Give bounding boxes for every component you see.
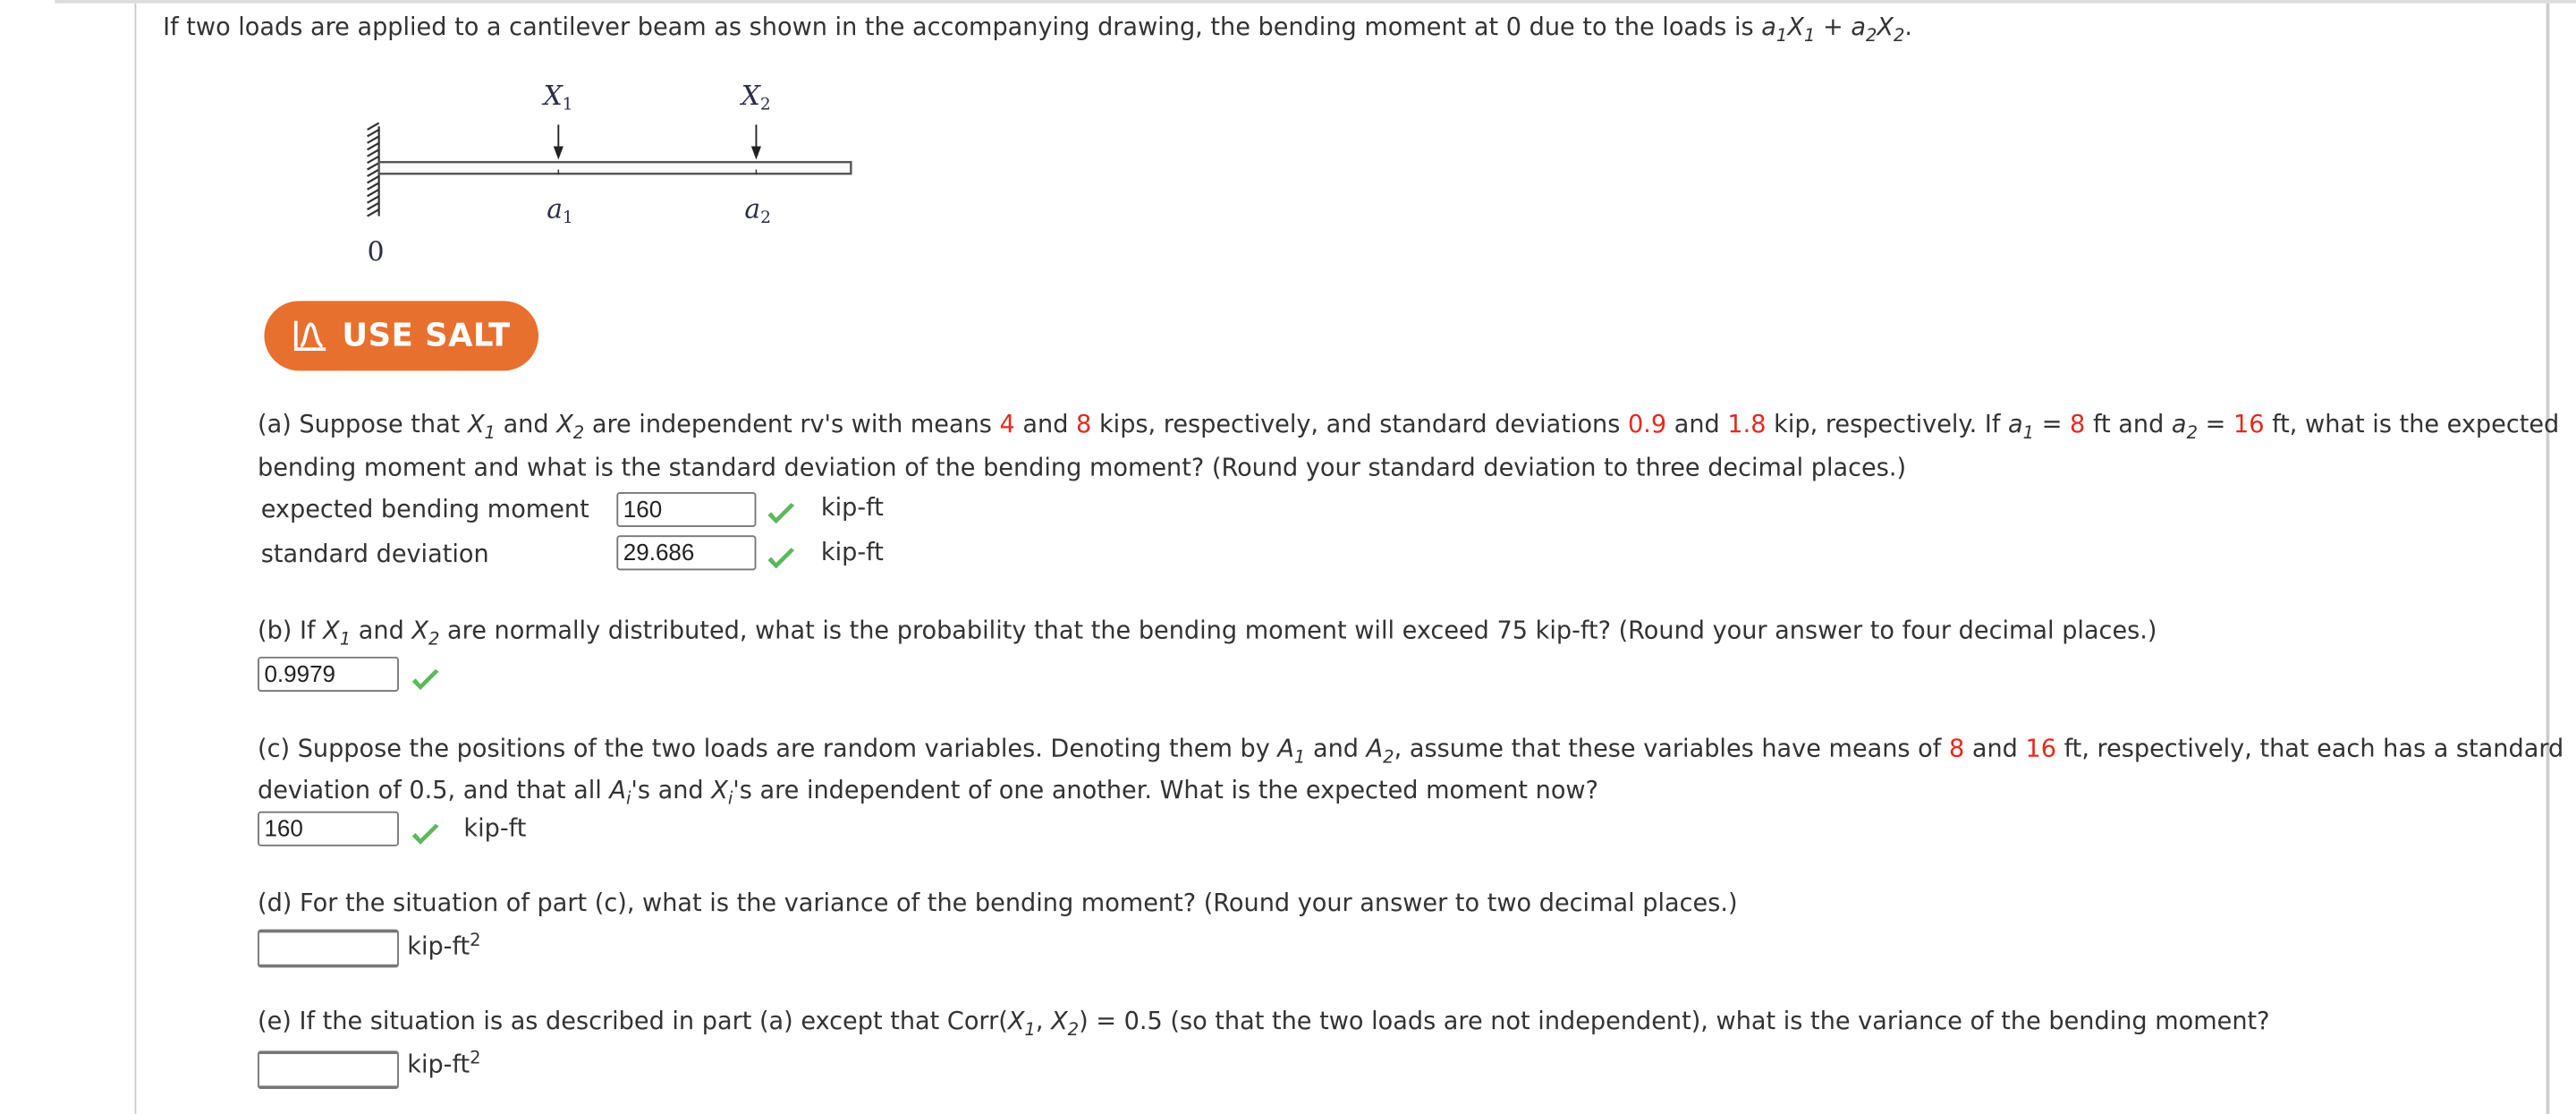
expected-moment-unit: kip-ft [820,493,884,523]
use-salt-button[interactable]: USE SALT [264,301,539,371]
check-icon [767,548,795,569]
sd2-value: 1.8 [1727,410,1767,439]
check-icon [767,503,795,524]
variance-corr-unit: kip-ft2 [407,1048,481,1079]
expected-moment-now-input[interactable]: 160 [258,811,399,846]
std-dev-input[interactable]: 29.686 [616,535,757,571]
check-icon [411,823,439,845]
load2-arrow-icon [750,124,762,160]
part-e-question: (e) If the situation is as described in … [258,1008,2270,1041]
sd1-value: 0.9 [1627,410,1667,439]
load1-label: X1 [542,81,573,115]
std-dev-unit: kip-ft [820,539,884,567]
question-intro: If two loads are applied to a cantilever… [163,13,1913,47]
std-dev-label: standard deviation [260,540,489,569]
formula-period: . [1904,13,1913,42]
beam [377,160,852,175]
part-d-question: (d) For the situation of part (c), what … [258,889,1738,918]
use-salt-label: USE SALT [342,317,511,354]
mean2-value: 8 [1076,410,1092,439]
question-page: If two loads are applied to a cantilever… [0,0,2576,1114]
formula-x1: X1 [1787,13,1816,47]
expected-moment-now-unit: kip-ft [463,814,527,844]
expected-moment-input[interactable]: 160 [616,491,757,528]
frame-right-border [2546,3,2550,1114]
pos-mean1-value: 8 [1948,735,1965,763]
part-a-question: (a) Suppose that X1 and X2 are independe… [258,410,2560,444]
part-c-question-line2: deviation of 0.5, and that all Ai's and … [258,776,1598,810]
mean1-value: 4 [999,410,1015,439]
cantilever-beam-diagram: X1 X2 a1 a2 0 [367,81,852,268]
formula-a2: a2 [1851,13,1877,47]
part-c-question: (c) Suppose the positions of the two loa… [258,735,2564,768]
variance-c-unit: kip-ft2 [407,931,481,961]
expected-moment-label: expected bending moment [260,495,589,524]
part-b-question: (b) If X1 and X2 are normally distribute… [258,617,2157,650]
formula-x2: X2 [1877,13,1905,47]
pos1-label: a1 [547,193,573,227]
variance-c-input[interactable] [258,929,399,968]
intro-text: If two loads are applied to a cantilever… [163,13,1762,42]
origin-label: 0 [368,237,385,268]
part-a-question-line2: bending moment and what is the standard … [258,454,1907,482]
frame-left-border [134,3,137,1114]
formula-a1: a1 [1761,13,1788,47]
pos-mean2-value: 16 [2025,735,2056,763]
fixed-wall-icon [367,122,380,217]
distribution-curve-icon [293,320,326,352]
probability-input[interactable]: 0.9979 [258,656,399,692]
load2-label: X2 [740,81,771,115]
a1-value: 8 [2070,410,2086,439]
pos2-label: a2 [744,193,771,227]
load1-arrow-icon [553,124,564,160]
a2-value: 16 [2233,410,2265,439]
check-icon [411,668,439,691]
variance-corr-input[interactable] [258,1050,399,1090]
frame-top-border [55,0,2576,4]
formula-plus: + [1815,13,1852,42]
